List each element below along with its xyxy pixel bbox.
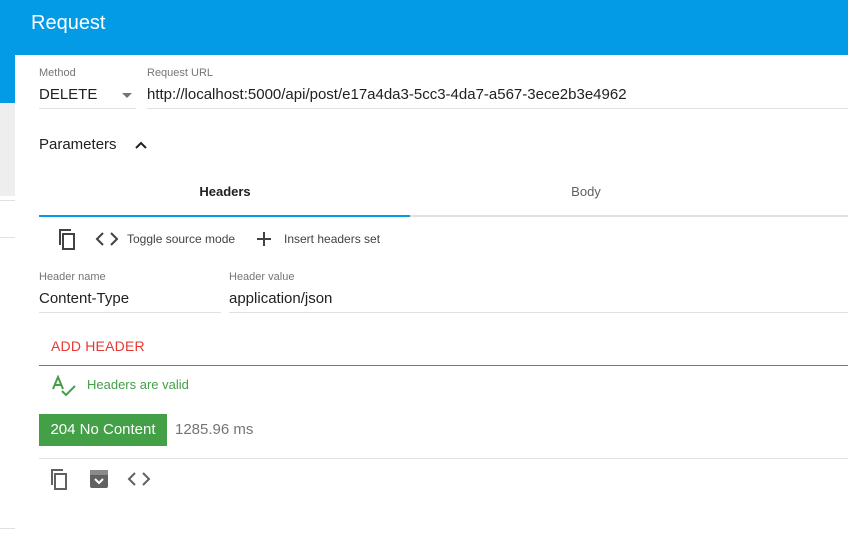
code-icon[interactable]	[127, 467, 151, 491]
copy-icon[interactable]	[47, 467, 71, 491]
validation-message: Headers are valid	[87, 377, 189, 392]
chevron-up-icon[interactable]	[133, 138, 149, 152]
app-header: Request	[0, 0, 848, 55]
header-value-input[interactable]: application/json	[229, 290, 332, 307]
drawer-item-highlight[interactable]	[0, 103, 15, 196]
method-underline	[39, 108, 136, 109]
spellcheck-icon	[52, 375, 76, 397]
drawer-divider	[0, 528, 15, 529]
toggle-source-button[interactable]: Toggle source mode	[95, 229, 235, 249]
insert-headers-set-button[interactable]: Insert headers set	[255, 229, 380, 249]
method-label: Method	[39, 67, 76, 79]
drawer-divider	[0, 237, 15, 238]
insert-headers-set-label: Insert headers set	[284, 232, 381, 246]
header-value-label: Header value	[229, 271, 295, 283]
toggle-source-label: Toggle source mode	[127, 232, 236, 246]
tab-headers[interactable]: Headers	[165, 184, 285, 199]
copy-icon	[59, 229, 75, 250]
response-divider	[39, 458, 848, 459]
header-name-label: Header name	[39, 271, 106, 283]
url-underline	[147, 108, 848, 109]
status-badge: 204 No Content	[39, 414, 167, 446]
url-label: Request URL	[147, 67, 214, 79]
drawer-selected-item[interactable]	[0, 55, 15, 103]
plus-icon	[257, 232, 271, 246]
page-title: Request	[31, 12, 106, 34]
header-value-underline	[229, 312, 848, 313]
response-time: 1285.96 ms	[175, 421, 254, 438]
copy-headers-button[interactable]	[55, 227, 79, 251]
header-name-input[interactable]: Content-Type	[39, 290, 129, 307]
headers-divider	[39, 365, 848, 366]
url-input[interactable]: http://localhost:5000/api/post/e17a4da3-…	[147, 86, 627, 103]
dropdown-arrow-icon[interactable]	[122, 93, 132, 98]
parameters-toggle[interactable]: Parameters	[39, 136, 117, 153]
tab-active-indicator	[39, 215, 410, 217]
drawer-divider	[0, 200, 15, 201]
add-header-button[interactable]: ADD HEADER	[51, 338, 145, 354]
tab-body[interactable]: Body	[526, 184, 646, 199]
save-icon[interactable]	[88, 467, 110, 491]
code-icon	[95, 232, 119, 246]
method-select[interactable]: DELETE	[39, 86, 97, 103]
header-name-underline	[39, 312, 221, 313]
